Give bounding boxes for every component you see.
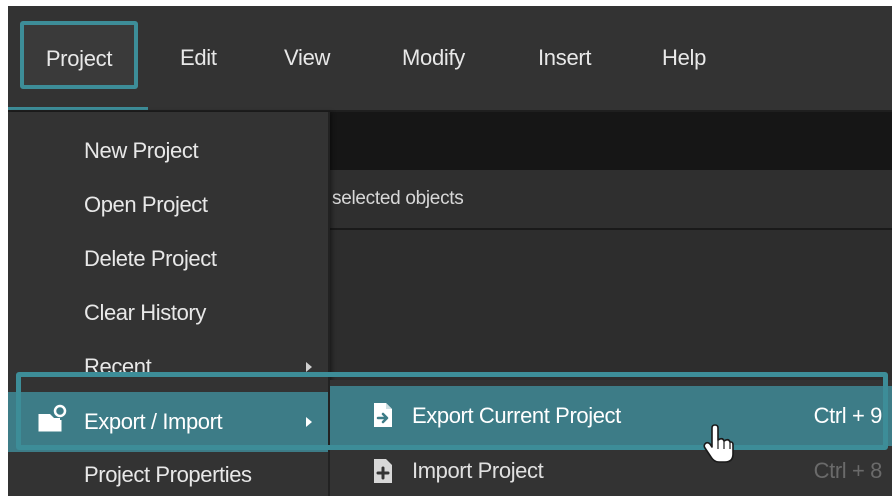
menu-item-label: Open Project (84, 192, 208, 217)
submenu-item-shortcut: Ctrl + 9 (813, 403, 883, 428)
menu-insert[interactable]: Insert (538, 6, 592, 110)
menu-item-open-project[interactable]: Open Project (8, 178, 328, 232)
menu-item-label: Recent (84, 354, 152, 379)
selection-row: selected objects (328, 170, 892, 230)
file-import-icon (374, 459, 392, 483)
menu-item-export-import[interactable]: Export / Import (8, 392, 328, 452)
menu-view[interactable]: View (284, 6, 330, 110)
menu-item-label: Clear History (84, 300, 206, 325)
submenu-arrow-icon (306, 362, 312, 372)
submenu-item-import-project[interactable]: Import Project Ctrl + 8 (330, 446, 892, 496)
submenu-item-label: Import Project (412, 458, 544, 483)
menu-item-new-project[interactable]: New Project (8, 124, 328, 178)
project-menu: New Project Open Project Delete Project … (8, 112, 330, 496)
menu-help[interactable]: Help (662, 6, 706, 110)
menu-item-clear-history[interactable]: Clear History (8, 286, 328, 340)
active-menu-underline (8, 107, 148, 110)
submenu-item-export-current-project[interactable]: Export Current Project Ctrl + 9 (330, 386, 892, 446)
menu-item-label: Project Properties (84, 462, 252, 487)
submenu-arrow-icon (306, 417, 312, 427)
submenu-item-shortcut: Ctrl + 8 (813, 458, 883, 483)
selection-row-text: selected objects (332, 188, 464, 209)
menu-item-project-properties[interactable]: Project Properties (8, 448, 328, 496)
menu-item-delete-project[interactable]: Delete Project (8, 232, 328, 286)
export-import-icon (38, 404, 67, 432)
menu-item-recent[interactable]: Recent (8, 340, 328, 394)
menu-item-label: New Project (84, 138, 199, 163)
menu-item-label: Export / Import (84, 409, 223, 434)
menu-edit[interactable]: Edit (180, 6, 217, 110)
menu-modify[interactable]: Modify (402, 6, 465, 110)
export-import-submenu: Export Current Project Ctrl + 9 Import P… (330, 380, 892, 496)
app-window: Project Edit View Modify Insert Help sel… (8, 6, 892, 496)
menu-project[interactable]: Project (20, 21, 138, 89)
toolbar-strip (328, 112, 892, 170)
hand-pointer-cursor-icon (703, 424, 734, 463)
menu-item-label: Delete Project (84, 246, 217, 271)
submenu-item-label: Export Current Project (412, 403, 621, 428)
file-export-icon (374, 403, 392, 427)
menu-bar: Project Edit View Modify Insert Help (8, 6, 892, 112)
